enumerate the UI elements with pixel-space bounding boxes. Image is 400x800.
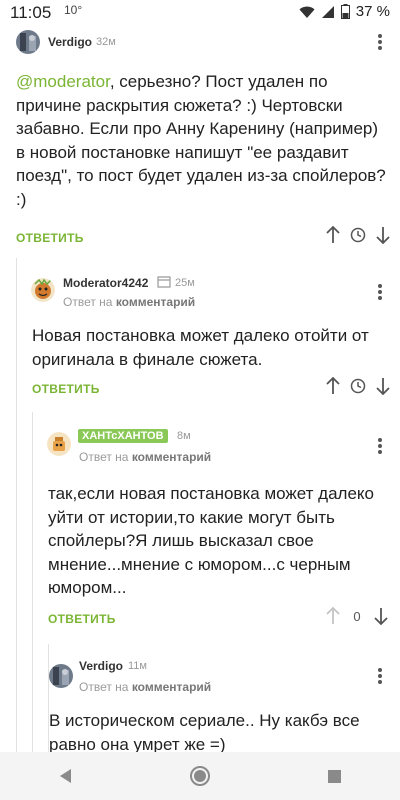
- reply-button[interactable]: ОТВЕТИТЬ: [16, 231, 84, 245]
- comment-body: , серьезно? Пост удален по причине раскр…: [16, 72, 386, 209]
- upvote-icon[interactable]: [326, 377, 340, 395]
- more-menu-icon[interactable]: [372, 32, 388, 52]
- comment-time: 32м: [96, 36, 116, 48]
- upvote-icon[interactable]: [326, 226, 340, 244]
- author-name[interactable]: ХАНТсХАНТОВ: [78, 429, 168, 443]
- more-menu-icon[interactable]: [372, 666, 388, 686]
- reply-to-label: Ответ на комментарий: [63, 295, 196, 309]
- avatar[interactable]: [47, 432, 71, 456]
- reply-to-link[interactable]: комментарий: [116, 295, 195, 309]
- save-clock-icon[interactable]: [350, 378, 366, 394]
- downvote-icon[interactable]: [374, 607, 388, 625]
- status-bar: 11:05 10° 37 %: [0, 0, 400, 26]
- battery-icon: [340, 4, 350, 19]
- reply-to-link[interactable]: комментарий: [132, 450, 211, 464]
- mention-link[interactable]: @moderator: [16, 72, 110, 91]
- reply-to-link[interactable]: комментарий: [132, 680, 211, 694]
- reply-to-label: Ответ на комментарий: [79, 450, 212, 464]
- vote-actions: [326, 226, 390, 244]
- comment-time: 8м: [177, 430, 191, 442]
- status-time: 11:05: [10, 3, 52, 22]
- comment-time: 11м: [128, 660, 147, 672]
- author-name[interactable]: Verdigo: [79, 659, 123, 673]
- avatar[interactable]: [49, 664, 73, 688]
- more-menu-icon[interactable]: [372, 436, 388, 456]
- comment-body: так,если новая постановка может далеко у…: [48, 484, 374, 597]
- comment-body: В историческом сериале.. Ну какбэ все ра…: [49, 711, 360, 754]
- recents-icon[interactable]: [327, 769, 342, 784]
- signal-icon: [321, 5, 334, 18]
- comment-3: ХАНТсХАНТОВ 8м Ответ на комментарий так,…: [33, 420, 400, 640]
- reply-to-label: Ответ на комментарий: [79, 680, 212, 694]
- moderator-badge-icon: [157, 276, 171, 288]
- comment-4: Verdigo 11м Ответ на комментарий В истор…: [49, 650, 400, 755]
- vote-actions: 0: [326, 607, 388, 625]
- upvote-icon[interactable]: [326, 607, 340, 625]
- system-nav-bar: [0, 752, 400, 800]
- downvote-icon[interactable]: [376, 226, 390, 244]
- comment-score: 0: [353, 608, 361, 624]
- save-clock-icon[interactable]: [350, 227, 366, 243]
- status-temperature: 10°: [64, 3, 83, 17]
- avatar[interactable]: [16, 30, 40, 54]
- avatar[interactable]: [31, 278, 55, 302]
- author-name[interactable]: Verdigo: [48, 35, 92, 49]
- comment-1: Verdigo 32м @moderator, серьезно? Пост у…: [0, 26, 400, 256]
- comment-body: Новая постановка может далеко отойти от …: [32, 326, 369, 369]
- reply-button[interactable]: ОТВЕТИТЬ: [32, 382, 100, 396]
- author-name[interactable]: Moderator4242: [63, 276, 148, 290]
- home-icon[interactable]: [189, 765, 211, 787]
- back-icon[interactable]: [58, 768, 74, 784]
- comment-2: Moderator4242 25м Ответ на комментарий Н…: [17, 270, 400, 410]
- more-menu-icon[interactable]: [372, 282, 388, 302]
- comment-text: @moderator, серьезно? Пост удален по при…: [16, 70, 386, 211]
- battery-percent: 37 %: [355, 3, 390, 20]
- reply-button[interactable]: ОТВЕТИТЬ: [48, 612, 116, 626]
- downvote-icon[interactable]: [376, 377, 390, 395]
- wifi-icon: [299, 6, 315, 18]
- status-icons: 37 %: [299, 3, 390, 20]
- comment-time: 25м: [175, 277, 195, 289]
- vote-actions: [326, 377, 390, 395]
